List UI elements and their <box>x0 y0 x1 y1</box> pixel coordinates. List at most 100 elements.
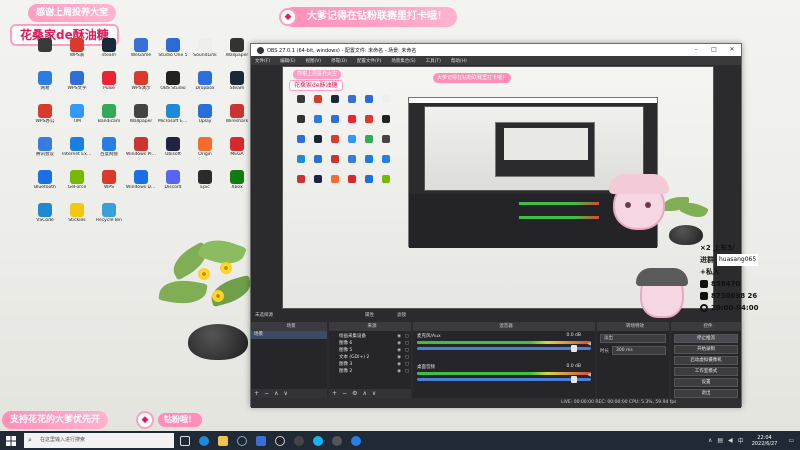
start-button[interactable] <box>0 431 22 450</box>
menu-tools[interactable]: 工具(T) <box>426 58 441 64</box>
remove-source-icon[interactable]: − <box>342 390 352 397</box>
desktop-icon[interactable]: SoundLink <box>190 38 220 63</box>
desktop-icon[interactable]: Discord <box>158 170 188 195</box>
desktop-icon[interactable]: Microsoft Edge <box>158 104 188 129</box>
desktop-icon[interactable]: Steam <box>222 71 252 96</box>
obs-taskbar-icon[interactable] <box>272 431 288 450</box>
move-down-icon[interactable]: ∨ <box>372 390 381 397</box>
desktop-icon[interactable]: Studio One 5 <box>158 38 188 63</box>
studio-mode-button[interactable]: 工作室模式 <box>674 367 738 376</box>
tray-overflow-icon[interactable]: ∧ <box>708 437 712 444</box>
desktop-icon[interactable]: Bluetooth <box>30 170 60 195</box>
taskbar-search-input[interactable]: ⌕ 在这里输入进行搜索 <box>24 433 174 448</box>
desktop-icon[interactable]: 百度网盘 <box>94 137 124 162</box>
desktop-icon[interactable]: WPS办公 <box>30 104 60 129</box>
menu-docks[interactable]: 停靠(D) <box>331 58 347 64</box>
volume-icon[interactable]: ◀ <box>728 437 733 444</box>
desktop-icon[interactable]: 腾讯会议 <box>30 137 60 162</box>
minimize-button[interactable]: – <box>687 44 705 56</box>
browser-icon[interactable] <box>348 431 364 450</box>
start-recording-button[interactable]: 开始录制 <box>674 345 738 354</box>
visibility-icon[interactable]: ◉ <box>397 340 401 347</box>
speaker-icon[interactable]: ◀ <box>587 372 591 378</box>
task-view-icon[interactable] <box>177 431 193 450</box>
desktop-icon[interactable]: VSCode <box>30 203 60 228</box>
close-button[interactable]: ✕ <box>723 44 741 56</box>
add-source-icon[interactable]: + <box>332 390 342 397</box>
steam-icon[interactable] <box>234 431 250 450</box>
source-settings-icon[interactable]: ⚙ <box>352 390 362 397</box>
taskbar-clock[interactable]: 22:04 2022/6/27 <box>752 435 778 447</box>
ime-icon[interactable]: 中 <box>738 436 744 445</box>
source-item[interactable]: 图像 2 ◉ ▢ <box>329 368 411 375</box>
desktop-icon[interactable]: OBS Studio <box>158 71 188 96</box>
desktop-icon[interactable]: WPS表 <box>62 38 92 63</box>
lock-icon[interactable]: ▢ <box>405 347 409 354</box>
qq-icon[interactable] <box>310 431 326 450</box>
file-explorer-icon[interactable] <box>215 431 231 450</box>
desktop-icon[interactable]: WPS文字 <box>62 71 92 96</box>
speaker-icon[interactable]: ◀ <box>587 341 591 347</box>
remove-scene-icon[interactable]: − <box>264 390 274 397</box>
source-item[interactable]: 图像 3 ◉ ▢ <box>329 361 411 368</box>
visibility-icon[interactable]: ◉ <box>397 354 401 361</box>
lock-icon[interactable]: ▢ <box>405 361 409 368</box>
menu-file[interactable]: 文件(F) <box>255 58 270 64</box>
source-item[interactable]: 文本 (GDI+) 2 ◉ ▢ <box>329 354 411 361</box>
lock-icon[interactable]: ▢ <box>405 333 409 340</box>
visibility-icon[interactable]: ◉ <box>397 368 401 375</box>
menu-view[interactable]: 视图(V) <box>305 58 321 64</box>
desktop-icon[interactable]: Dropbox <box>190 71 220 96</box>
add-scene-icon[interactable]: + <box>254 390 264 397</box>
maximize-button[interactable]: □ <box>705 44 723 56</box>
desktop-icon[interactable]: Stickies <box>62 203 92 228</box>
stop-streaming-button[interactable]: 停止推流 <box>674 334 738 343</box>
visibility-icon[interactable]: ◉ <box>397 361 401 368</box>
desktop-icon[interactable]: WPS演示 <box>126 71 156 96</box>
desktop-icon[interactable]: WPS <box>94 170 124 195</box>
settings-gear-icon[interactable] <box>329 431 345 450</box>
desktop-icon[interactable]: steam <box>94 38 124 63</box>
desktop-icon[interactable] <box>30 38 60 63</box>
desktop-icon[interactable]: Recycle Bin <box>94 203 124 228</box>
desktop-icon[interactable]: Wireshark <box>222 104 252 129</box>
desktop-icon[interactable]: Bandicam <box>94 104 124 129</box>
visibility-icon[interactable]: ◉ <box>397 333 401 340</box>
desktop-icon[interactable]: Uplay <box>190 104 220 129</box>
desktop-icon[interactable]: WeGame <box>126 38 156 63</box>
desktop-icon[interactable]: Ubisoft <box>158 137 188 162</box>
obs-titlebar[interactable]: OBS 27.0.1 (64-bit, windows) - 配置文件: 未命名… <box>251 44 741 56</box>
menu-scene-collection[interactable]: 场景集合(S) <box>391 58 415 64</box>
filters-button[interactable]: 滤镜 <box>397 312 406 320</box>
exit-button[interactable]: 退出 <box>674 389 738 398</box>
desktop-icon[interactable]: Origin <box>190 137 220 162</box>
desktop-icon[interactable]: Pulse <box>94 71 124 96</box>
lock-icon[interactable]: ▢ <box>405 340 409 347</box>
source-item[interactable]: 图像 6 ◉ ▢ <box>329 340 411 347</box>
lock-icon[interactable]: ▢ <box>405 354 409 361</box>
settings-button[interactable]: 设置 <box>674 378 738 387</box>
menu-help[interactable]: 帮助(H) <box>451 58 467 64</box>
network-icon[interactable]: ▤ <box>717 437 723 444</box>
source-item[interactable]: 绘画采集设备 ◉ ▢ <box>329 333 411 340</box>
menu-edit[interactable]: 编辑(E) <box>280 58 295 64</box>
desktop-icon[interactable]: Wallpaper <box>222 38 252 63</box>
visibility-icon[interactable]: ◉ <box>397 347 401 354</box>
source-item[interactable]: 图像 5 ◉ ▢ <box>329 347 411 354</box>
desktop-icon[interactable]: 网易 <box>30 71 60 96</box>
move-up-icon[interactable]: ∧ <box>362 390 371 397</box>
desktop-icon[interactable]: Windows Player <box>126 137 156 162</box>
lock-icon[interactable]: ▢ <box>405 368 409 375</box>
move-down-icon[interactable]: ∨ <box>283 390 292 397</box>
desktop-icon[interactable]: TIM <box>62 104 92 129</box>
notification-icon[interactable]: ▭ <box>788 437 794 444</box>
edge-icon[interactable] <box>196 431 212 450</box>
desktop-icon[interactable]: GeForce <box>62 170 92 195</box>
duration-input[interactable]: 300 ms <box>612 346 666 355</box>
properties-button[interactable]: 属性 <box>365 312 374 320</box>
desktop-icon[interactable]: MEGA <box>222 137 252 162</box>
desktop-icon[interactable]: Windows Defender <box>126 170 156 195</box>
music-app-icon[interactable] <box>291 431 307 450</box>
menu-profile[interactable]: 配置文件(P) <box>357 58 381 64</box>
desktop-icon[interactable]: Epic <box>190 170 220 195</box>
